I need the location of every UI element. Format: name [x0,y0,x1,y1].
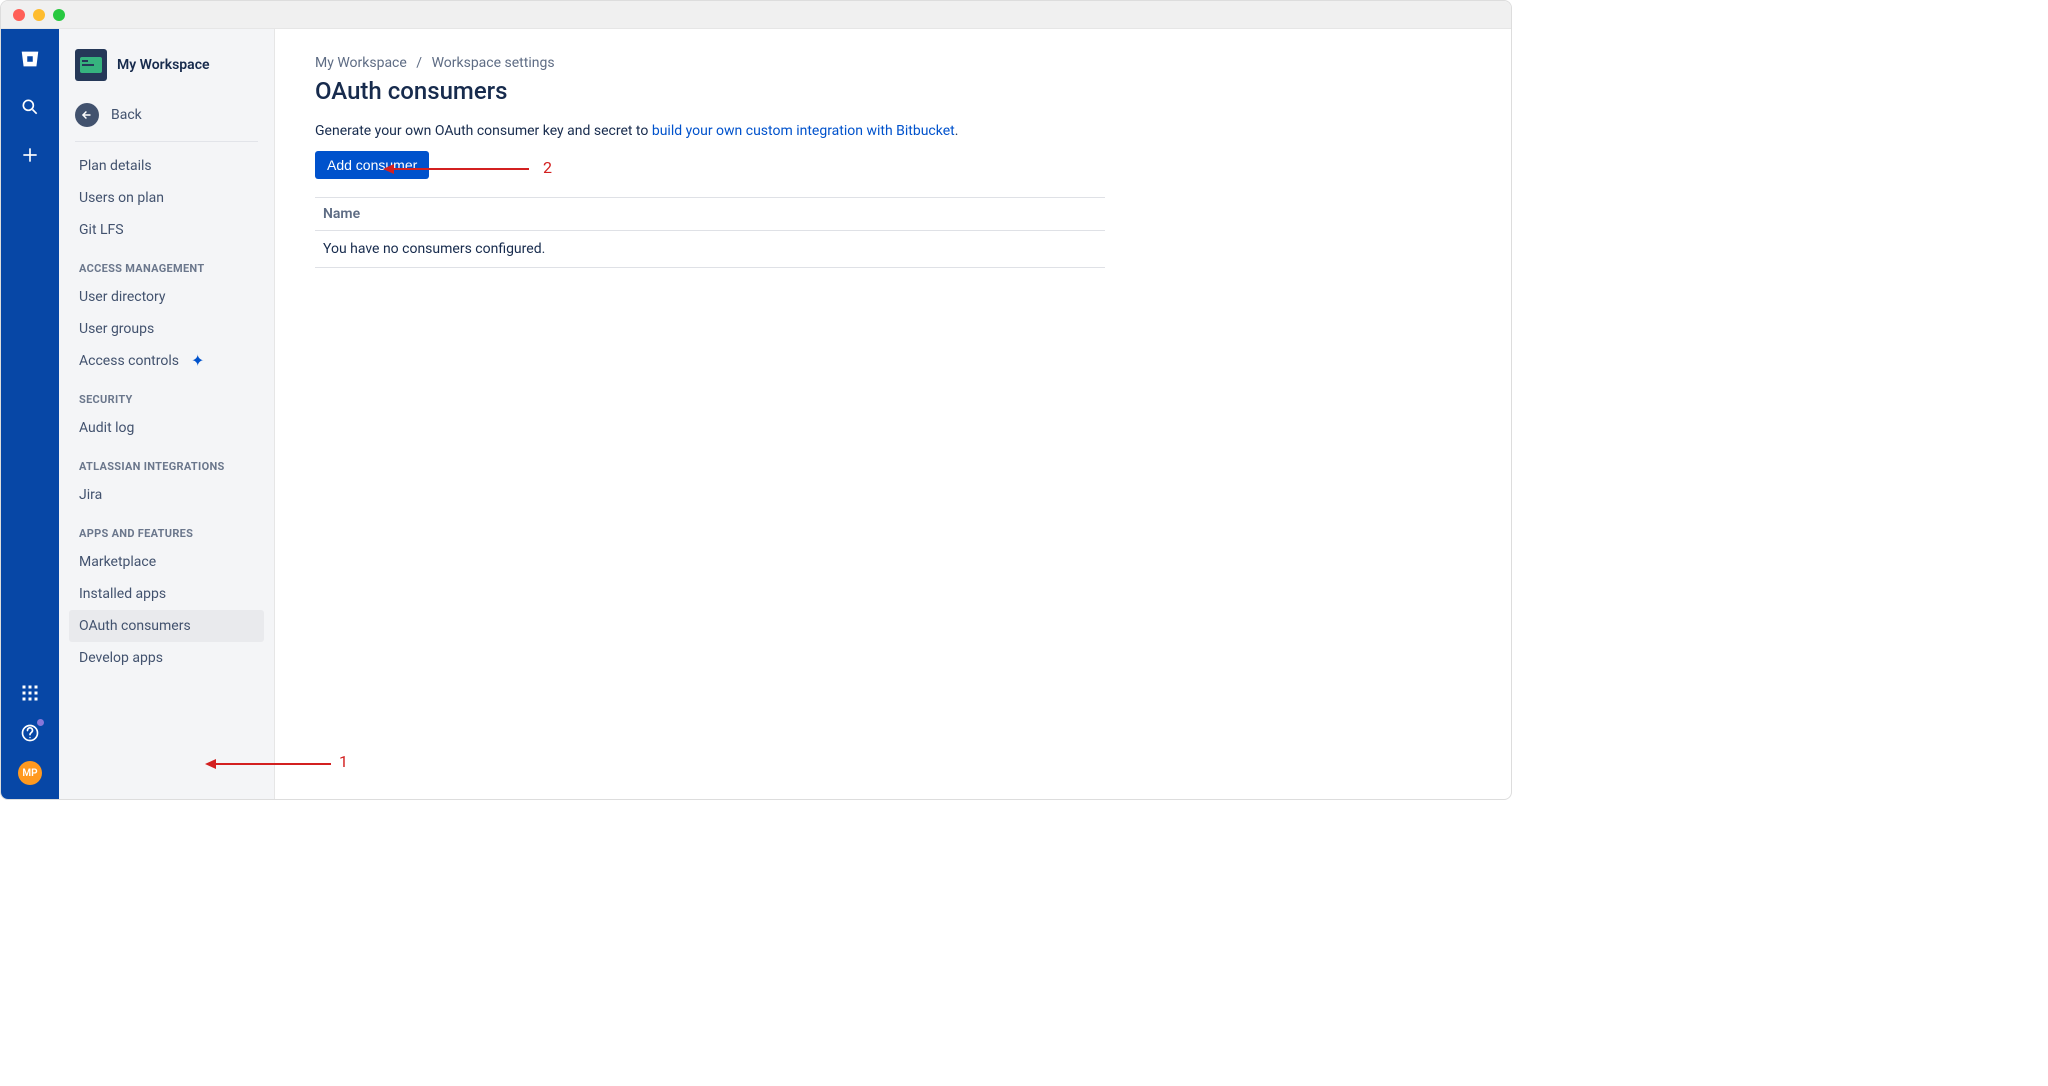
sidebar-item-access-controls[interactable]: Access controls ✦ [69,345,264,377]
main-content: My Workspace / Workspace settings OAuth … [275,29,1511,799]
settings-sidebar: My Workspace Back Plan details Users on … [59,29,275,799]
sidebar-item-develop-apps[interactable]: Develop apps [69,642,264,674]
help-icon[interactable] [18,721,42,745]
sidebar-item-users-on-plan[interactable]: Users on plan [69,182,264,214]
integration-doc-link[interactable]: build your own custom integration with B… [652,123,955,139]
add-consumer-button[interactable]: Add consumer [315,151,429,179]
back-arrow-icon [75,103,99,127]
table-header-name: Name [315,198,1105,231]
app-window: MP My Workspace Back Plan details Users … [0,0,1512,800]
create-icon[interactable] [18,143,42,167]
breadcrumb: My Workspace / Workspace settings [315,55,1471,71]
sidebar-heading-security: SECURITY [69,377,264,412]
annotation-label-2: 2 [543,158,552,177]
user-avatar[interactable]: MP [18,761,42,785]
maximize-window-button[interactable] [53,9,65,21]
minimize-window-button[interactable] [33,9,45,21]
search-icon[interactable] [18,95,42,119]
sidebar-item-plan-details[interactable]: Plan details [69,150,264,182]
table-empty-message: You have no consumers configured. [315,231,1105,268]
titlebar [1,1,1511,29]
annotation-label-1: 1 [339,752,348,771]
close-window-button[interactable] [13,9,25,21]
sidebar-item-user-directory[interactable]: User directory [69,281,264,313]
sidebar-item-git-lfs[interactable]: Git LFS [69,214,264,246]
sparkle-icon: ✦ [191,353,204,369]
breadcrumb-separator: / [416,55,422,71]
consumers-table: Name You have no consumers configured. [315,197,1105,268]
notification-badge-icon [36,718,45,727]
back-label: Back [111,107,142,123]
page-title: OAuth consumers [315,77,1471,105]
sidebar-item-user-groups[interactable]: User groups [69,313,264,345]
sidebar-item-marketplace[interactable]: Marketplace [69,546,264,578]
breadcrumb-page[interactable]: Workspace settings [432,55,555,71]
back-button[interactable]: Back [69,95,264,135]
sidebar-heading-integrations: ATLASSIAN INTEGRATIONS [69,444,264,479]
sidebar-heading-apps: APPS AND FEATURES [69,511,264,546]
page-description: Generate your own OAuth consumer key and… [315,123,1471,139]
workspace-logo-icon [75,49,107,81]
sidebar-divider [75,141,258,142]
sidebar-item-audit-log[interactable]: Audit log [69,412,264,444]
sidebar-heading-access: ACCESS MANAGEMENT [69,246,264,281]
sidebar-item-installed-apps[interactable]: Installed apps [69,578,264,610]
sidebar-item-jira[interactable]: Jira [69,479,264,511]
bitbucket-logo-icon[interactable] [18,47,42,71]
app-switcher-icon[interactable] [18,681,42,705]
workspace-title: My Workspace [117,57,210,73]
global-nav-rail: MP [1,29,59,799]
breadcrumb-root[interactable]: My Workspace [315,55,407,71]
window-controls [13,9,65,21]
workspace-header[interactable]: My Workspace [69,49,264,95]
sidebar-item-oauth-consumers[interactable]: OAuth consumers [69,610,264,642]
